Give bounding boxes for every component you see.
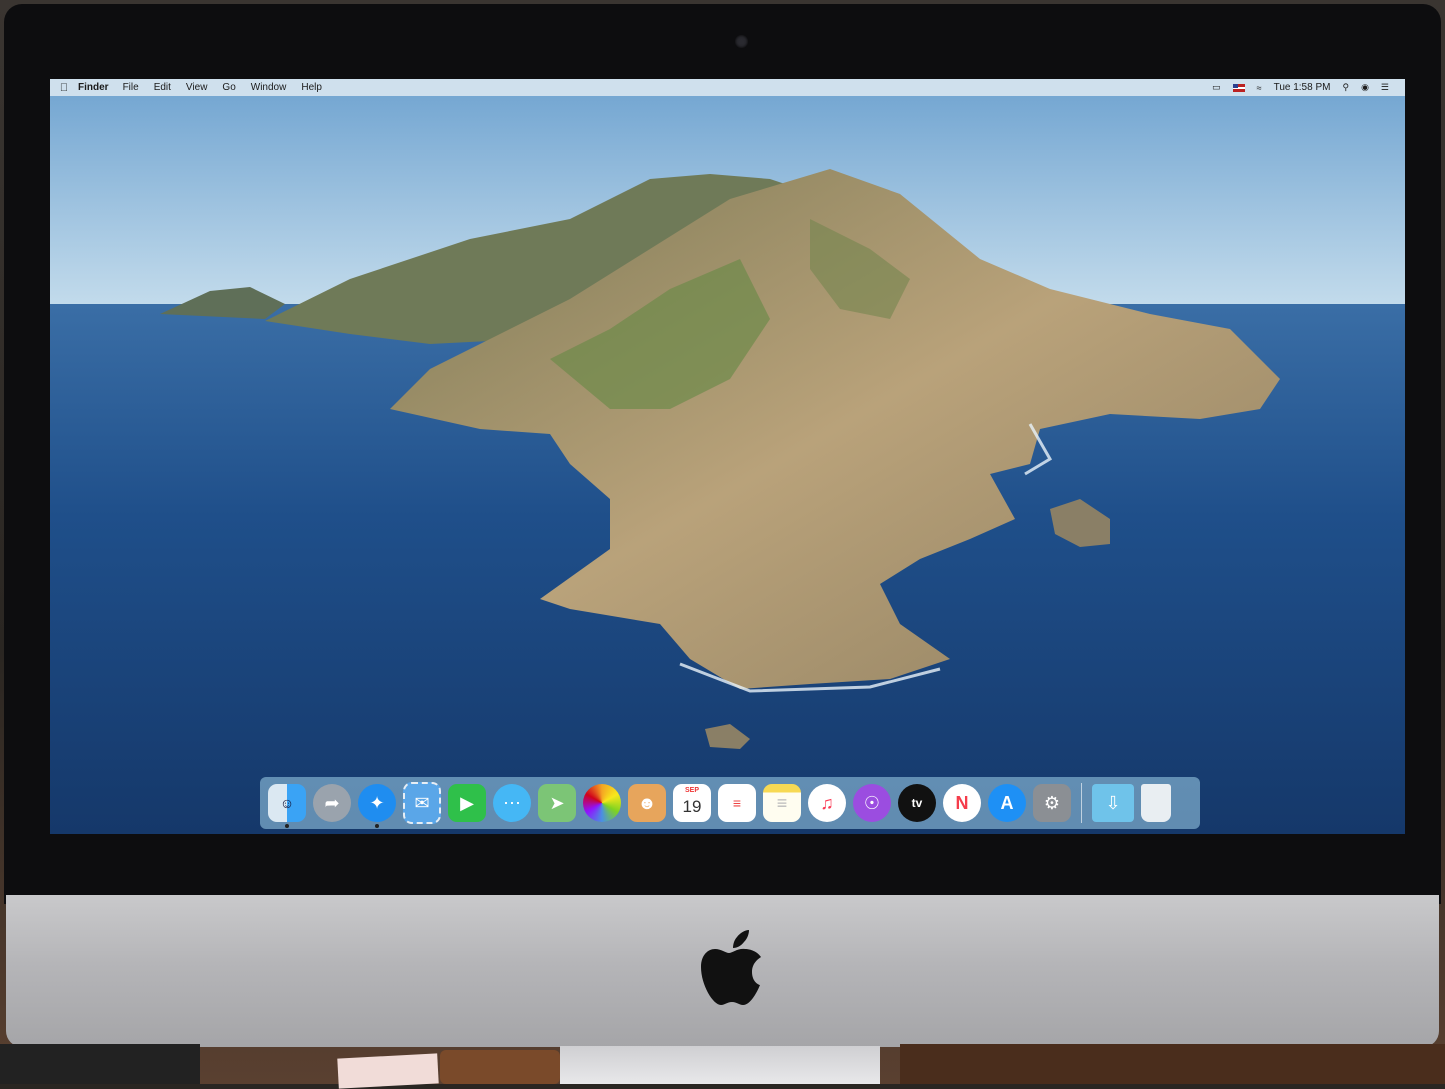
camera-icon[interactable]: ▶: [448, 784, 486, 822]
address-book-icon[interactable]: ☻: [628, 784, 666, 822]
appletv-icon[interactable]: tv: [898, 784, 936, 822]
catalina-wallpaper: [50, 79, 1405, 834]
desk-object-left: [0, 1044, 200, 1084]
calendar-day: 19: [682, 797, 702, 816]
imac:  Finder File Edit View Go Window Help ▭…: [0, 0, 1445, 1084]
notepad-icon[interactable]: ≡: [763, 784, 801, 822]
notification-center-icon[interactable]: ☰: [1381, 82, 1389, 93]
siri-icon[interactable]: ◉: [1361, 82, 1369, 93]
compass-icon[interactable]: ✦: [358, 784, 396, 828]
menu-edit[interactable]: Edit: [154, 82, 171, 93]
desk-surface: [900, 1044, 1445, 1084]
apple-menu-icon[interactable]: : [50, 82, 78, 94]
rocket-icon[interactable]: ➦: [313, 784, 351, 822]
running-indicator: [285, 824, 289, 828]
menu-go[interactable]: Go: [222, 82, 235, 93]
webcam: [735, 35, 748, 48]
airplay-icon[interactable]: ▭: [1212, 82, 1221, 93]
desk: [0, 1044, 1445, 1089]
us-flag-input-icon[interactable]: [1232, 83, 1245, 92]
app-store-icon[interactable]: A: [988, 784, 1026, 822]
finder-icon[interactable]: ☺: [268, 784, 306, 828]
downloads-folder-icon[interactable]: ⇩: [1092, 784, 1134, 822]
desk-cup: [440, 1050, 560, 1084]
news-icon[interactable]: N: [943, 784, 981, 822]
calendar-icon[interactable]: SEP 19: [673, 784, 711, 822]
menu-help[interactable]: Help: [301, 82, 322, 93]
pinwheel-icon[interactable]: [583, 784, 621, 822]
checklist-icon[interactable]: ≡: [718, 784, 756, 822]
menu-bar:  Finder File Edit View Go Window Help ▭…: [50, 79, 1405, 96]
sticky-note: [337, 1053, 439, 1089]
dock-separator: [1081, 783, 1082, 823]
desktop-screen:  Finder File Edit View Go Window Help ▭…: [50, 79, 1405, 834]
status-area: ▭ ≈ Tue 1:58 PM ⚲ ◉ ☰: [1212, 82, 1405, 93]
map-icon[interactable]: ➤: [538, 784, 576, 822]
tv-label: tv: [911, 796, 923, 810]
app-menu-finder[interactable]: Finder: [78, 82, 109, 93]
spotlight-icon[interactable]: ⚲: [1342, 82, 1349, 93]
speech-bubble-icon[interactable]: ⋯: [493, 784, 531, 822]
running-indicator: [375, 824, 379, 828]
trash-icon[interactable]: [1141, 784, 1171, 822]
apple-logo-icon: [701, 930, 761, 1005]
imac-chin: [6, 895, 1439, 1047]
calendar-month: SEP: [684, 787, 699, 794]
podcast-icon[interactable]: ☉: [853, 784, 891, 822]
dock: ☺ ➦ ✦ ✉ ▶ ⋯ ➤ ☻ SEP 19 ≡ ≡ ♫ ☉ tv N A ⚙: [260, 777, 1200, 829]
menu-window[interactable]: Window: [251, 82, 287, 93]
gear-icon[interactable]: ⚙: [1033, 784, 1071, 822]
stamp-icon[interactable]: ✉: [403, 782, 441, 824]
menu-view[interactable]: View: [186, 82, 208, 93]
clock[interactable]: Tue 1:58 PM: [1274, 82, 1331, 93]
music-note-icon[interactable]: ♫: [808, 784, 846, 822]
menu-file[interactable]: File: [123, 82, 139, 93]
wifi-icon[interactable]: ≈: [1257, 83, 1262, 93]
